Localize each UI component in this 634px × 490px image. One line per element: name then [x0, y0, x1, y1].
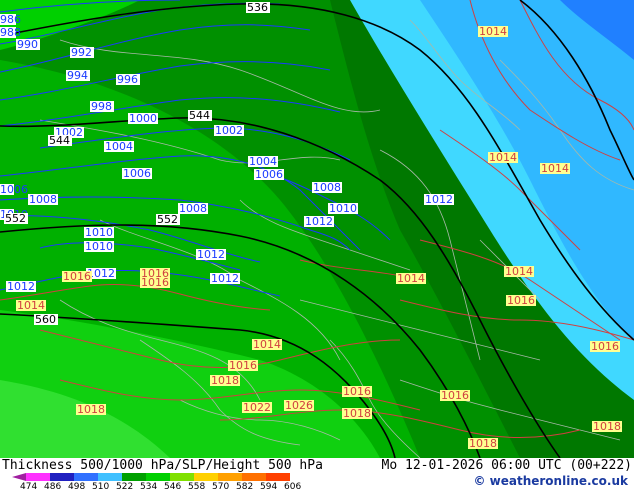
isobar-label: 994: [67, 69, 88, 82]
legend-swatch: [98, 473, 122, 481]
isobar-label: 1014: [253, 338, 281, 351]
legend-tick-label: 606: [284, 482, 301, 490]
height-label: 544: [49, 134, 70, 147]
isobar-label: 1018: [211, 374, 239, 387]
legend-swatch: [218, 473, 242, 481]
thickness-legend: 474 486 498 510 522 534 546 558 570 582 594 606: [12, 473, 301, 490]
forecast-datetime: Mo 12-01-2026 06:00 UTC (00+222): [381, 458, 632, 473]
isobar-label: 1016: [591, 340, 619, 353]
isobar-label: 1004: [249, 155, 277, 168]
isobar-label: 1010: [85, 226, 113, 239]
map-canvas: 986 988 990 992 994 996 998 1000 1002 10…: [0, 0, 634, 458]
isobar-label: 1016: [507, 294, 535, 307]
isobar-label: 1006: [255, 168, 283, 181]
isobar-label: 1012: [211, 272, 239, 285]
legend-swatch-start: [12, 473, 26, 481]
isobar-label: 1018: [593, 420, 621, 433]
legend-tick-label: 510: [92, 482, 109, 490]
isobar-label: 1008: [179, 202, 207, 215]
credit-link[interactable]: © weatheronline.co.uk: [473, 474, 628, 488]
map-title: Thickness 500/1000 hPa/SLP/Height 500 hP…: [2, 458, 323, 473]
isobar-label: 992: [71, 46, 92, 59]
isobar-label: 1018: [343, 407, 371, 420]
height-label: 544: [189, 109, 210, 122]
isobar-label: 1016: [63, 270, 91, 283]
isobar-label: 1016: [343, 385, 371, 398]
legend-tick-label: 582: [236, 482, 253, 490]
isobar-label: 1006: [123, 167, 151, 180]
isobar-label: 1016: [441, 389, 469, 402]
isobar-label: 1006: [0, 183, 28, 196]
isobar-label: 1014: [489, 151, 517, 164]
isobar-label: 1010: [329, 202, 357, 215]
isobar-label: 1022: [243, 401, 271, 414]
isobar-label: 1014: [505, 265, 533, 278]
legend-tick-label: 534: [140, 482, 157, 490]
map-footer: Thickness 500/1000 hPa/SLP/Height 500 hP…: [0, 458, 634, 490]
isobar-label: 1014: [479, 25, 507, 38]
height-label: 536: [247, 1, 268, 14]
isobar-label: 1012: [7, 280, 35, 293]
isobar-label: 1002: [215, 124, 243, 137]
isobar-label: 1014: [397, 272, 425, 285]
legend-swatch: [146, 473, 170, 481]
legend-tick-label: 546: [164, 482, 181, 490]
isobar-label: 1008: [313, 181, 341, 194]
isobar-label: 1014: [17, 299, 45, 312]
isobar-label: 1012: [197, 248, 225, 261]
isobar-label: 1014: [541, 162, 569, 175]
legend-swatch: [170, 473, 194, 481]
legend-swatch: [266, 473, 290, 481]
isobar-label: 1026: [285, 399, 313, 412]
isobar-label: 1016: [229, 359, 257, 372]
isobar-label: 1012: [305, 215, 333, 228]
isobar-label: 1008: [29, 193, 57, 206]
isobar-label: 1000: [129, 112, 157, 125]
legend-tick-label: 570: [212, 482, 229, 490]
legend-swatch: [74, 473, 98, 481]
legend-swatch: [26, 473, 50, 481]
legend-swatch: [50, 473, 74, 481]
weather-map-view: 986 988 990 992 994 996 998 1000 1002 10…: [0, 0, 634, 490]
isobar-label: 1018: [469, 437, 497, 450]
isobar-label: 986: [0, 13, 21, 26]
legend-swatch: [194, 473, 218, 481]
legend-tick-label: 498: [68, 482, 85, 490]
isobar-label: 996: [117, 73, 138, 86]
isobar-label: 990: [17, 38, 38, 51]
legend-swatch: [242, 473, 266, 481]
legend-tick-label: 522: [116, 482, 133, 490]
legend-tick-label: 558: [188, 482, 205, 490]
isobar-label: 1018: [77, 403, 105, 416]
legend-tick-label: 486: [44, 482, 61, 490]
height-label: 560: [35, 313, 56, 326]
isobar-label: 1012: [425, 193, 453, 206]
legend-tick-label: 474: [20, 482, 37, 490]
height-label: 552: [5, 212, 26, 225]
height-label: 552: [157, 213, 178, 226]
isobar-label: 1016: [141, 276, 169, 289]
isobar-label: 1010: [85, 240, 113, 253]
isobar-label: 1004: [105, 140, 133, 153]
isobar-label: 998: [91, 100, 112, 113]
legend-swatch: [122, 473, 146, 481]
legend-tick-label: 594: [260, 482, 277, 490]
